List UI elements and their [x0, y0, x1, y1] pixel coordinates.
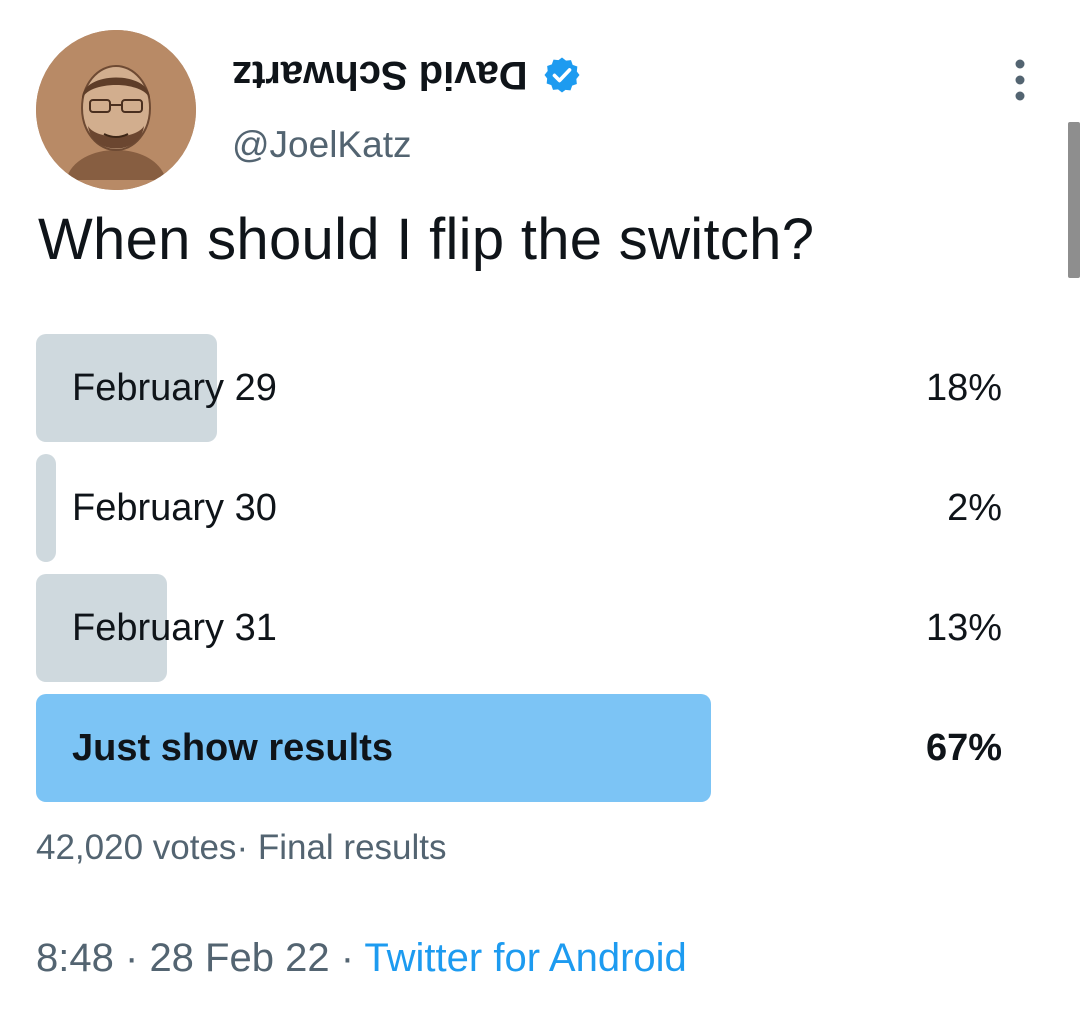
vote-count: 42,020 votes	[36, 828, 237, 867]
poll-option: February 30 2%	[36, 454, 1002, 562]
tweet-time[interactable]: 8:48	[36, 936, 114, 980]
tweet-meta: 8:48 · 28 Feb 22 · Twitter for Android	[36, 936, 687, 981]
poll-option-label: February 30	[72, 487, 277, 529]
tweet-text: When should I flip the switch?	[38, 207, 815, 272]
tweet-date[interactable]: 28 Feb 22	[149, 936, 329, 980]
poll-option-bar	[36, 454, 56, 562]
poll-summary: 42,020 votes· Final results	[36, 828, 447, 868]
scrollbar-thumb[interactable]	[1068, 122, 1080, 278]
poll-option-label: February 31	[72, 607, 277, 649]
poll-option-percent: 18%	[925, 367, 1002, 409]
author-name-row[interactable]: David Schwartz	[232, 52, 582, 97]
avatar[interactable]	[36, 30, 196, 190]
poll-option-label: Just show results	[72, 727, 393, 769]
poll: February 29 18% February 30 2% February …	[36, 334, 1002, 814]
profile-avatar-sketch-icon	[36, 30, 196, 190]
poll-option-percent: 13%	[925, 607, 1002, 649]
verified-badge-icon	[544, 57, 580, 92]
author-handle[interactable]: @JoelKatz	[232, 124, 411, 166]
poll-option: February 31 13%	[36, 574, 1002, 682]
author-display-name[interactable]: David Schwartz	[232, 52, 528, 97]
more-options-icon[interactable]	[1004, 58, 1036, 102]
poll-option: February 29 18%	[36, 334, 1002, 442]
poll-option-percent: 67%	[925, 727, 1002, 769]
separator-dot: ·	[124, 936, 139, 980]
poll-option-percent: 2%	[947, 487, 1002, 529]
poll-status: Final results	[257, 828, 447, 867]
tweet-source-link[interactable]: Twitter for Android	[364, 936, 686, 980]
poll-option-winner: Just show results 67%	[36, 694, 1002, 802]
separator-dot: ·	[236, 828, 249, 867]
separator-dot: ·	[340, 936, 355, 980]
poll-option-label: February 29	[72, 367, 277, 409]
